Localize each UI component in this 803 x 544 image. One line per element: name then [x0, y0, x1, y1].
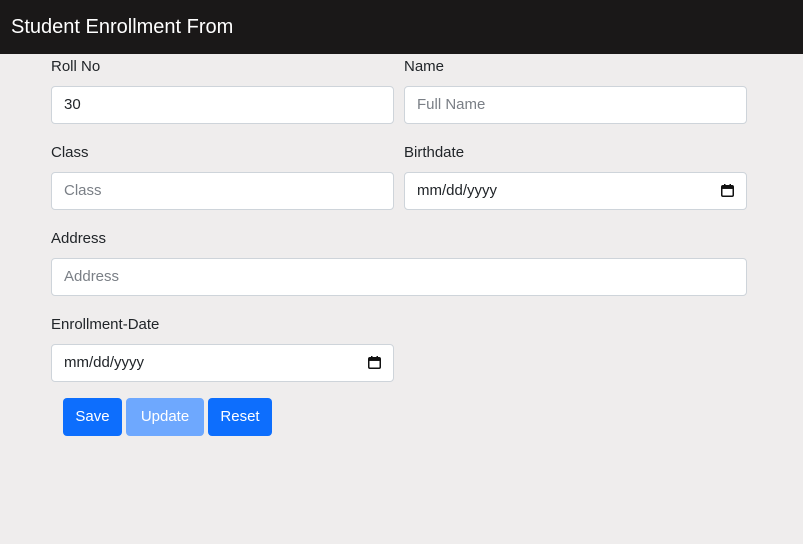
address-input[interactable]: Address: [51, 258, 747, 296]
birthdate-input[interactable]: mm/dd/yyyy: [404, 172, 747, 210]
class-label: Class: [51, 144, 89, 161]
navbar: Student Enrollment From: [0, 0, 803, 54]
update-button[interactable]: Update: [126, 398, 204, 436]
save-button[interactable]: Save: [63, 398, 122, 436]
page-title: Student Enrollment From: [11, 16, 234, 38]
enrollment-date-value: mm/dd/yyyy: [64, 354, 145, 371]
calendar-icon[interactable]: [368, 356, 381, 369]
name-label: Name: [404, 58, 445, 75]
enrollment-date-input[interactable]: mm/dd/yyyy: [51, 344, 394, 382]
reset-button[interactable]: Reset: [208, 398, 272, 436]
birthdate-label: Birthdate: [404, 144, 465, 161]
address-label: Address: [51, 230, 107, 247]
class-input[interactable]: Class: [51, 172, 394, 210]
enrollment-date-label: Enrollment-Date: [51, 316, 160, 333]
birthdate-value: mm/dd/yyyy: [417, 182, 498, 199]
name-input[interactable]: Full Name: [404, 86, 747, 124]
roll-no-input[interactable]: 30: [51, 86, 394, 124]
roll-no-label: Roll No: [51, 58, 101, 75]
calendar-icon[interactable]: [721, 184, 734, 197]
